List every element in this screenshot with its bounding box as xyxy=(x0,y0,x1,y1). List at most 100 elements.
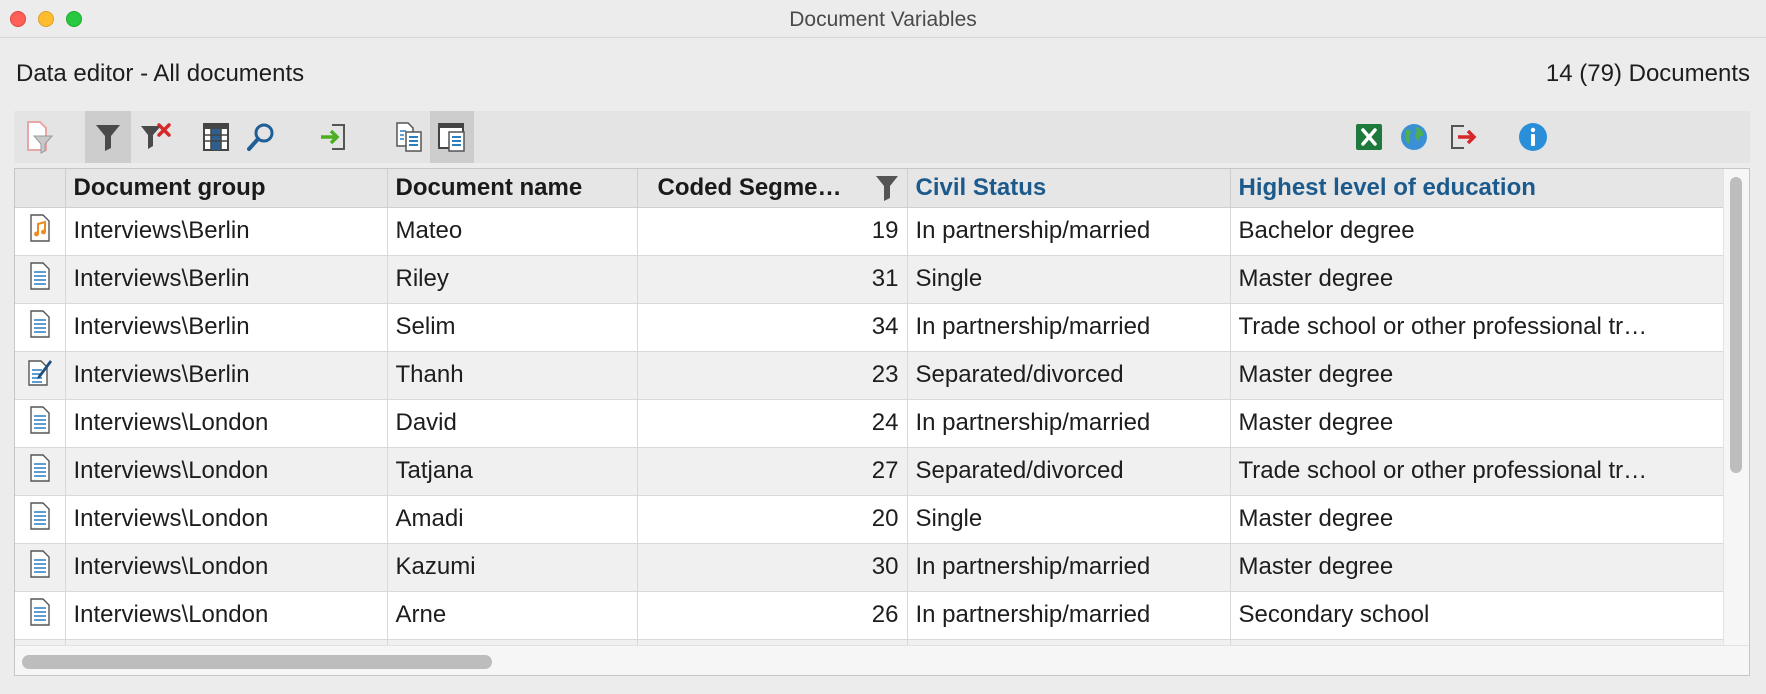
export-html-button[interactable] xyxy=(1389,111,1439,163)
data-table-container: Document group Document name Coded Segme… xyxy=(14,168,1750,676)
highest-education-cell[interactable]: Master degree xyxy=(1230,255,1724,304)
search-button[interactable] xyxy=(236,111,286,163)
civil-status-cell[interactable]: Single xyxy=(907,495,1231,544)
toolbar xyxy=(14,111,1750,163)
text-document-icon xyxy=(29,453,51,488)
table-row[interactable]: Interviews\London Amadi 20 Single Master deg… xyxy=(15,495,1724,544)
highest-education-cell[interactable]: Master degree xyxy=(1230,351,1724,400)
column-header-document-name[interactable]: Document name xyxy=(387,169,638,208)
vertical-scrollbar[interactable] xyxy=(1723,169,1749,647)
column-header-icon[interactable] xyxy=(15,169,66,208)
table-row[interactable]: Interviews\Berlin Riley 31 Single Master deg… xyxy=(15,255,1724,304)
text-document-icon xyxy=(29,597,51,632)
document-count: 14 (79) Documents xyxy=(1545,60,1750,87)
table-row[interactable]: Interviews\London Kazumi 30 In partnership/… xyxy=(15,543,1724,592)
column-header-coded-segments[interactable]: Coded Segme… xyxy=(637,169,908,208)
row-type-icon-cell xyxy=(15,447,66,496)
document-group-cell[interactable]: Interviews\Berlin xyxy=(65,351,388,400)
table-row[interactable]: Interviews\Berlin Thanh 23 Separated/divorc… xyxy=(15,351,1724,400)
highest-education-cell[interactable]: Secondary school xyxy=(1230,591,1724,640)
column-header-document-group[interactable]: Document group xyxy=(65,169,388,208)
table-row[interactable]: Interviews\London Tatjana 27 Separated/divo… xyxy=(15,447,1724,496)
filter-document-button[interactable] xyxy=(14,111,64,163)
excel-icon xyxy=(1356,124,1382,150)
document-name-cell[interactable]: Selim xyxy=(387,303,638,352)
clear-filter-button[interactable] xyxy=(131,111,181,163)
civil-status-cell[interactable]: In partnership/married xyxy=(907,543,1231,592)
highest-education-cell[interactable]: Trade school or other professional tr… xyxy=(1230,447,1724,496)
row-type-icon-cell xyxy=(15,351,66,400)
table-row[interactable]: Interviews\Berlin Selim 34 In partnership/m… xyxy=(15,303,1724,352)
text-document-icon xyxy=(29,261,51,296)
highest-education-cell[interactable]: Master degree xyxy=(1230,399,1724,448)
coded-segments-cell[interactable]: 23 xyxy=(637,351,908,400)
civil-status-cell[interactable]: In partnership/married xyxy=(907,591,1231,640)
document-group-cell[interactable]: Interviews\London xyxy=(65,447,388,496)
title-bar: Document Variables xyxy=(0,0,1766,38)
export-button[interactable] xyxy=(1438,111,1488,163)
table-header-row: Document group Document name Coded Segme… xyxy=(15,169,1724,208)
document-view-button[interactable] xyxy=(430,111,474,163)
document-group-cell[interactable]: Interviews\London xyxy=(65,399,388,448)
highest-education-cell[interactable]: Master degree xyxy=(1230,495,1724,544)
coded-segments-cell[interactable]: 20 xyxy=(637,495,908,544)
document-group-cell[interactable]: Interviews\Berlin xyxy=(65,207,388,256)
coded-segments-cell[interactable]: 27 xyxy=(637,447,908,496)
column-filter-icon[interactable] xyxy=(875,174,899,202)
coded-segments-cell[interactable]: 19 xyxy=(637,207,908,256)
row-type-icon-cell xyxy=(15,255,66,304)
civil-status-cell[interactable]: Separated/divorced xyxy=(907,351,1231,400)
info-button[interactable] xyxy=(1508,111,1558,163)
column-header-highest-education[interactable]: Highest level of education xyxy=(1230,169,1724,208)
document-group-cell[interactable]: Interviews\Berlin xyxy=(65,303,388,352)
document-group-cell[interactable]: Interviews\London xyxy=(65,495,388,544)
document-list-button[interactable] xyxy=(384,111,434,163)
document-name-cell[interactable]: Mateo xyxy=(387,207,638,256)
import-icon xyxy=(321,124,345,150)
civil-status-cell[interactable]: Separated/divorced xyxy=(907,447,1231,496)
table-row[interactable]: Interviews\Berlin Mateo 19 In partnership/m… xyxy=(15,207,1724,256)
table-row[interactable]: Interviews\London David 24 In partnership/m… xyxy=(15,399,1724,448)
clear-filter-icon xyxy=(141,123,171,149)
document-name-cell[interactable]: David xyxy=(387,399,638,448)
document-name-cell[interactable]: Thanh xyxy=(387,351,638,400)
export-excel-button[interactable] xyxy=(1344,111,1394,163)
column-header-civil-status[interactable]: Civil Status xyxy=(907,169,1231,208)
text-document-icon xyxy=(29,309,51,344)
audio-document-icon xyxy=(29,213,51,248)
document-group-cell[interactable]: Interviews\London xyxy=(65,543,388,592)
document-name-cell[interactable]: Kazumi xyxy=(387,543,638,592)
document-name-cell[interactable]: Amadi xyxy=(387,495,638,544)
horizontal-scroll-thumb[interactable] xyxy=(22,655,492,669)
columns-button[interactable] xyxy=(191,111,241,163)
row-type-icon-cell xyxy=(15,495,66,544)
filter-button[interactable] xyxy=(85,111,131,163)
coded-segments-cell[interactable]: 24 xyxy=(637,399,908,448)
text-document-icon xyxy=(29,501,51,536)
edit-document-icon xyxy=(27,359,53,392)
document-group-cell[interactable]: Interviews\London xyxy=(65,591,388,640)
civil-status-cell[interactable]: In partnership/married xyxy=(907,399,1231,448)
table-row[interactable]: Interviews\London Arne 26 In partnership/ma… xyxy=(15,591,1724,640)
vertical-scroll-thumb[interactable] xyxy=(1730,177,1742,473)
civil-status-cell[interactable]: In partnership/married xyxy=(907,207,1231,256)
document-name-cell[interactable]: Arne xyxy=(387,591,638,640)
civil-status-cell[interactable]: In partnership/married xyxy=(907,303,1231,352)
document-name-cell[interactable]: Riley xyxy=(387,255,638,304)
highest-education-cell[interactable]: Bachelor degree xyxy=(1230,207,1724,256)
row-type-icon-cell xyxy=(15,591,66,640)
coded-segments-cell[interactable]: 26 xyxy=(637,591,908,640)
civil-status-cell[interactable]: Single xyxy=(907,255,1231,304)
coded-segments-cell[interactable]: 31 xyxy=(637,255,908,304)
coded-segments-cell[interactable]: 30 xyxy=(637,543,908,592)
row-type-icon-cell xyxy=(15,543,66,592)
import-button[interactable] xyxy=(308,111,358,163)
coded-segments-cell[interactable]: 34 xyxy=(637,303,908,352)
highest-education-cell[interactable]: Trade school or other professional tr… xyxy=(1230,303,1724,352)
row-type-icon-cell xyxy=(15,207,66,256)
document-group-cell[interactable]: Interviews\Berlin xyxy=(65,255,388,304)
document-name-cell[interactable]: Tatjana xyxy=(387,447,638,496)
horizontal-scrollbar[interactable] xyxy=(15,645,1749,675)
coded-segments-header-label: Coded Segme… xyxy=(657,173,842,201)
highest-education-cell[interactable]: Master degree xyxy=(1230,543,1724,592)
